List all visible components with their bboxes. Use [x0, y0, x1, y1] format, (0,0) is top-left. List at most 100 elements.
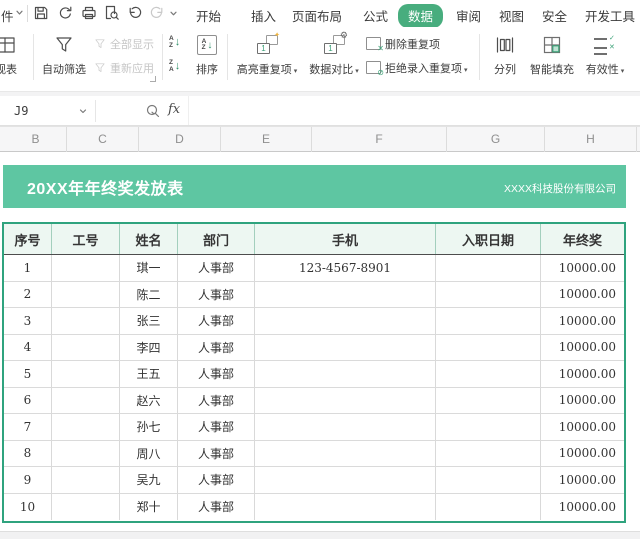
table-cell[interactable]: 人事部 [178, 441, 255, 467]
insert-dropdown-list-button[interactable]: 插 [632, 31, 640, 87]
table-cell[interactable] [255, 361, 436, 387]
validation-button[interactable]: ✓ ✕ 有效性▾ [580, 31, 630, 87]
sort-ascending-button[interactable]: AZ ↓ [169, 35, 180, 50]
table-cell[interactable] [52, 388, 120, 414]
save-icon[interactable] [33, 5, 49, 21]
table-cell[interactable]: 张三 [120, 308, 178, 334]
table-cell[interactable] [255, 335, 436, 361]
undo-icon[interactable] [127, 5, 143, 21]
tab-home[interactable]: 开始 [196, 6, 221, 25]
auto-filter-button[interactable]: 自动筛选 [36, 31, 92, 87]
table-cell[interactable] [52, 441, 120, 467]
tab-insert[interactable]: 插入 [251, 6, 276, 25]
column-header-D[interactable]: D [139, 127, 221, 152]
tab-review[interactable]: 审阅 [456, 6, 481, 25]
table-cell[interactable] [255, 494, 436, 521]
table-cell[interactable] [52, 255, 120, 281]
table-cell[interactable]: 7 [4, 414, 52, 440]
table-cell[interactable]: 4 [4, 335, 52, 361]
table-cell[interactable]: 10000.00 [541, 388, 624, 414]
table-cell[interactable] [52, 308, 120, 334]
table-cell[interactable]: 人事部 [178, 414, 255, 440]
sheet-title-band[interactable]: 20XX年年终奖发放表 XXXX科技股份有限公司 [3, 165, 626, 208]
table-cell[interactable]: 10000.00 [541, 494, 624, 521]
table-cell[interactable]: 10000.00 [541, 414, 624, 440]
table-header-cell[interactable]: 入职日期 [436, 224, 541, 254]
table-header-cell[interactable]: 姓名 [120, 224, 178, 254]
table-cell[interactable]: 10000.00 [541, 282, 624, 308]
table-cell[interactable]: 123-4567-8901 [255, 255, 436, 281]
export-icon[interactable] [57, 5, 73, 21]
table-cell[interactable]: 10000.00 [541, 441, 624, 467]
table-cell[interactable] [52, 361, 120, 387]
tab-page-layout[interactable]: 页面布局 [292, 6, 342, 25]
magnifier-icon[interactable] [145, 103, 161, 119]
table-cell[interactable]: 10 [4, 494, 52, 521]
formula-input[interactable] [188, 96, 640, 125]
table-cell[interactable]: 10000.00 [541, 308, 624, 334]
table-cell[interactable] [436, 255, 541, 281]
table-cell[interactable]: 5 [4, 361, 52, 387]
file-menu-caret-icon[interactable] [15, 8, 24, 17]
table-cell[interactable]: 人事部 [178, 308, 255, 334]
name-box-caret-icon[interactable] [79, 109, 87, 114]
column-header-G[interactable]: G [447, 127, 545, 152]
table-cell[interactable]: 郑十 [120, 494, 178, 521]
file-menu-partial[interactable]: 件 [1, 6, 14, 25]
table-cell[interactable]: 9 [4, 467, 52, 493]
remove-duplicates-button[interactable]: ✕ 删除重复项 [366, 36, 440, 51]
reject-duplicate-input-button[interactable]: ⊘ 拒绝录入重复项▾ [366, 60, 468, 75]
tab-developer[interactable]: 开发工具 [585, 6, 635, 25]
table-header-cell[interactable]: 序号 [4, 224, 52, 254]
table-cell[interactable]: 2 [4, 282, 52, 308]
fx-icon[interactable]: fx [168, 102, 180, 117]
table-cell[interactable] [52, 282, 120, 308]
table-cell[interactable] [436, 467, 541, 493]
table-cell[interactable] [436, 494, 541, 521]
table-cell[interactable]: 10000.00 [541, 467, 624, 493]
print-preview-icon[interactable] [104, 5, 120, 21]
table-cell[interactable]: 10000.00 [541, 361, 624, 387]
table-cell[interactable] [436, 414, 541, 440]
table-cell[interactable] [255, 308, 436, 334]
table-cell[interactable] [436, 388, 541, 414]
tab-formulas[interactable]: 公式 [363, 6, 388, 25]
table-cell[interactable]: 8 [4, 441, 52, 467]
table-cell[interactable]: 周八 [120, 441, 178, 467]
table-cell[interactable] [436, 335, 541, 361]
name-box[interactable]: J9 [0, 96, 95, 126]
quick-access-more-icon[interactable] [169, 10, 178, 17]
highlight-duplicates-button[interactable]: 1✦ 高亮重复项▾ [232, 31, 302, 87]
table-header-cell[interactable]: 工号 [52, 224, 120, 254]
table-cell[interactable]: 人事部 [178, 361, 255, 387]
sort-descending-button[interactable]: ZA ↓ [169, 59, 180, 74]
column-header-C[interactable]: C [67, 127, 139, 152]
table-cell[interactable]: 人事部 [178, 255, 255, 281]
table-cell[interactable]: 人事部 [178, 335, 255, 361]
table-cell[interactable] [436, 282, 541, 308]
table-cell[interactable]: 人事部 [178, 467, 255, 493]
table-cell[interactable] [52, 494, 120, 521]
table-cell[interactable]: 1 [4, 255, 52, 281]
table-header-cell[interactable]: 年终奖 [541, 224, 624, 254]
table-cell[interactable] [255, 414, 436, 440]
table-cell[interactable] [52, 335, 120, 361]
sort-button[interactable]: AZ ↓ 排序 [190, 31, 224, 87]
data-compare-button[interactable]: 1⚙ 数据对比▾ [306, 31, 362, 87]
table-cell[interactable]: 孙七 [120, 414, 178, 440]
table-cell[interactable]: 3 [4, 308, 52, 334]
table-cell[interactable] [436, 441, 541, 467]
filter-dialog-launcher[interactable] [150, 76, 156, 82]
table-cell[interactable]: 人事部 [178, 494, 255, 521]
table-cell[interactable]: 6 [4, 388, 52, 414]
pivot-table-button[interactable]: 视表 [0, 31, 30, 87]
table-cell[interactable]: 10000.00 [541, 335, 624, 361]
tab-security[interactable]: 安全 [542, 6, 567, 25]
text-to-columns-button[interactable]: 分列 [486, 31, 524, 87]
tab-view[interactable]: 视图 [499, 6, 524, 25]
sheet-area[interactable]: 20XX年年终奖发放表 XXXX科技股份有限公司 序号工号姓名部门手机入职日期年… [0, 152, 640, 531]
redo-icon[interactable] [149, 5, 165, 21]
column-header-E[interactable]: E [221, 127, 312, 152]
table-cell[interactable] [255, 388, 436, 414]
table-cell[interactable]: 10000.00 [541, 255, 624, 281]
